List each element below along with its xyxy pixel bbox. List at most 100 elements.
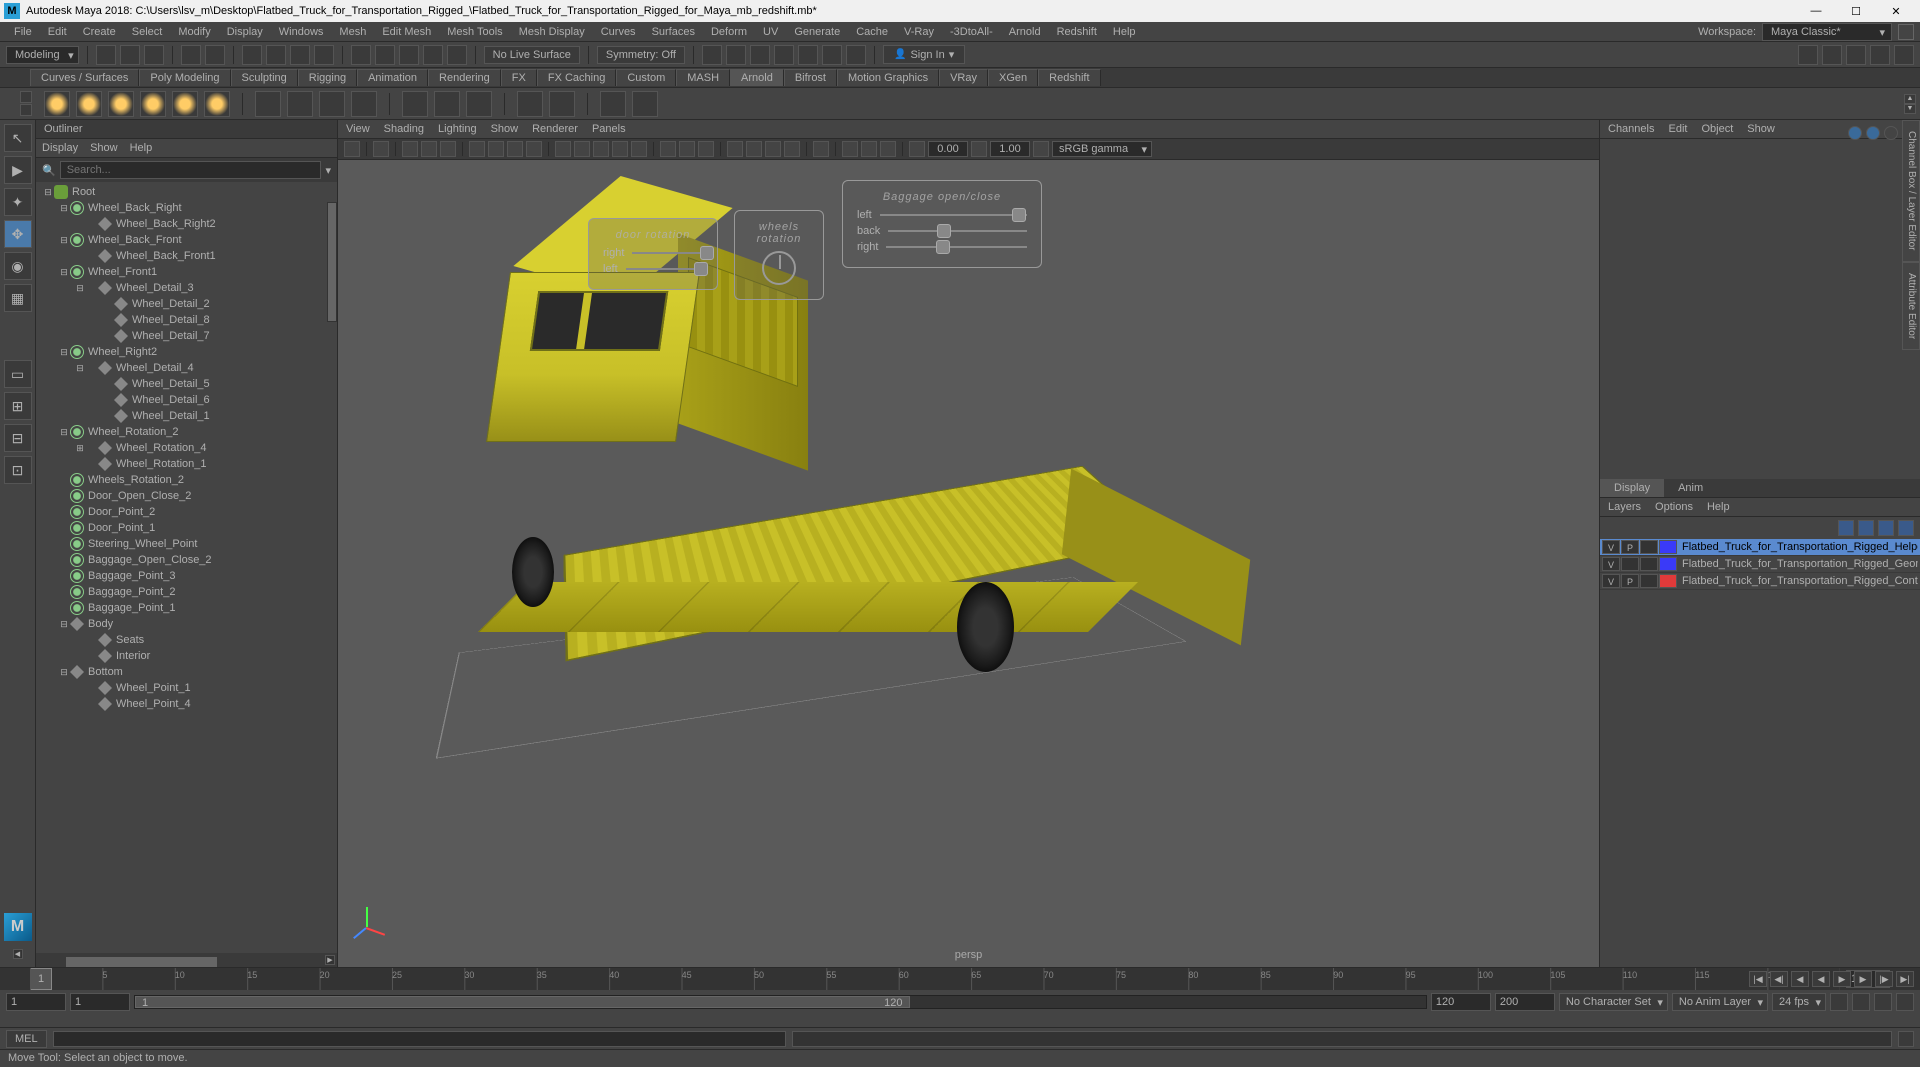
- render-view-icon[interactable]: [846, 45, 866, 65]
- tree-item-body[interactable]: ⊟Body: [36, 616, 337, 632]
- slider-thumb[interactable]: [694, 262, 708, 276]
- paint-select-icon[interactable]: ✦: [4, 188, 32, 216]
- vp-exposure-icon[interactable]: [813, 141, 829, 157]
- outliner-menu-help[interactable]: Help: [130, 142, 153, 154]
- tree-item-wheel_rotation_2[interactable]: ⊟Wheel_Rotation_2: [36, 424, 337, 440]
- tree-toggle[interactable]: ⊟: [74, 283, 86, 294]
- layout-custom-icon[interactable]: ⊡: [4, 456, 32, 484]
- go-start-button[interactable]: |◀: [1749, 971, 1767, 987]
- arnold-light-portal-icon[interactable]: [172, 91, 198, 117]
- menu-deform[interactable]: Deform: [703, 26, 755, 38]
- viewport-3d[interactable]: door rotation right left wheels rotation…: [338, 160, 1599, 967]
- step-back-button[interactable]: ◀: [1791, 971, 1809, 987]
- display-tab-anim[interactable]: Anim: [1664, 479, 1717, 497]
- menu-windows[interactable]: Windows: [271, 26, 332, 38]
- vp-film-gate-icon[interactable]: [488, 141, 504, 157]
- arnold-shader-icon-3[interactable]: [319, 91, 345, 117]
- tree-toggle[interactable]: ⊟: [58, 619, 70, 630]
- workspace-config-icon[interactable]: [1898, 24, 1914, 40]
- signin-button[interactable]: Sign In ▾: [883, 45, 965, 64]
- vtab-attributeeditor[interactable]: Attribute Editor: [1902, 262, 1920, 350]
- rp-icon-3[interactable]: [1884, 126, 1898, 140]
- tree-item-wheel_back_right[interactable]: ⊟Wheel_Back_Right: [36, 200, 337, 216]
- tree-item-door_point_2[interactable]: Door_Point_2: [36, 504, 337, 520]
- tree-toggle[interactable]: ⊟: [58, 267, 70, 278]
- vp-image-plane-icon[interactable]: [402, 141, 418, 157]
- arnold-tx-manager-icon[interactable]: [600, 91, 626, 117]
- snap-grid-icon[interactable]: [351, 45, 371, 65]
- panel-layout-icon-3[interactable]: [1846, 45, 1866, 65]
- tree-item-wheels_rotation_2[interactable]: Wheels_Rotation_2: [36, 472, 337, 488]
- colorspace-dropdown[interactable]: sRGB gamma: [1052, 141, 1152, 157]
- vp-shadows-icon[interactable]: [631, 141, 647, 157]
- arnold-volume-icon[interactable]: [434, 91, 460, 117]
- go-end-button[interactable]: ▶|: [1896, 971, 1914, 987]
- outliner-menu-show[interactable]: Show: [90, 142, 118, 154]
- vp-menu-view[interactable]: View: [346, 123, 370, 135]
- shelf-tab-fx[interactable]: FX: [501, 69, 537, 86]
- shelf-tab-sculpting[interactable]: Sculpting: [231, 69, 298, 86]
- menu-cache[interactable]: Cache: [848, 26, 896, 38]
- tree-item-wheel_front1[interactable]: ⊟Wheel_Front1: [36, 264, 337, 280]
- script-lang-button[interactable]: MEL: [6, 1030, 47, 1048]
- tree-toggle[interactable]: ⊟: [74, 363, 86, 374]
- arnold-shader-icon-4[interactable]: [351, 91, 377, 117]
- vp-2d-pan-icon[interactable]: [421, 141, 437, 157]
- menu-redshift[interactable]: Redshift: [1049, 26, 1105, 38]
- shelf-menu-icon[interactable]: [20, 104, 32, 116]
- tree-item-door_point_1[interactable]: Door_Point_1: [36, 520, 337, 536]
- shelf-tab-rigging[interactable]: Rigging: [298, 69, 357, 86]
- tree-item-wheel_back_front1[interactable]: Wheel_Back_Front1: [36, 248, 337, 264]
- hud-baggage[interactable]: Baggage open/close left back right: [842, 180, 1042, 268]
- shelf-tab-xgen[interactable]: XGen: [988, 69, 1038, 86]
- range-start-outer[interactable]: [6, 993, 66, 1011]
- snap-point-icon[interactable]: [399, 45, 419, 65]
- new-scene-icon[interactable]: [96, 45, 116, 65]
- select-tool-icon[interactable]: ↖: [4, 124, 32, 152]
- close-button[interactable]: ✕: [1876, 0, 1916, 22]
- tree-item-interior[interactable]: Interior: [36, 648, 337, 664]
- panel-layout-icon-4[interactable]: [1870, 45, 1890, 65]
- scale-tool-icon[interactable]: ▦: [4, 284, 32, 312]
- shelf-tab-bifrost[interactable]: Bifrost: [784, 69, 837, 86]
- tree-toggle[interactable]: ⊟: [58, 235, 70, 246]
- outliner-tree[interactable]: ⊟Root⊟Wheel_Back_RightWheel_Back_Right2⊟…: [36, 182, 337, 953]
- tree-item-wheel_point_1[interactable]: Wheel_Point_1: [36, 680, 337, 696]
- layer-row[interactable]: VFlatbed_Truck_for_Transportation_Rigged…: [1600, 556, 1920, 573]
- snap-live-icon[interactable]: [447, 45, 467, 65]
- undo-icon[interactable]: [181, 45, 201, 65]
- gamma-input[interactable]: [990, 141, 1030, 157]
- vp-view-transform-icon[interactable]: [1033, 141, 1049, 157]
- tree-item-wheel_detail_5[interactable]: Wheel_Detail_5: [36, 376, 337, 392]
- shelf-down-arrow[interactable]: ▼: [1904, 104, 1916, 114]
- layer-x-toggle[interactable]: [1640, 557, 1658, 571]
- step-fwd-key-button[interactable]: |▶: [1875, 971, 1893, 987]
- layer-new-empty-icon[interactable]: [1878, 520, 1894, 536]
- tree-item-baggage_point_2[interactable]: Baggage_Point_2: [36, 584, 337, 600]
- vp-grease-icon[interactable]: [440, 141, 456, 157]
- layer-row[interactable]: VPFlatbed_Truck_for_Transportation_Rigge…: [1600, 539, 1920, 556]
- slider-thumb[interactable]: [1012, 208, 1026, 222]
- hud-slider-row[interactable]: left: [603, 263, 703, 275]
- vp-isolate-icon[interactable]: [660, 141, 676, 157]
- layer-p-toggle[interactable]: [1621, 557, 1639, 571]
- shelf-tab-animation[interactable]: Animation: [357, 69, 428, 86]
- hud-slider[interactable]: [626, 268, 706, 270]
- tree-item-wheel_detail_3[interactable]: ⊟Wheel_Detail_3: [36, 280, 337, 296]
- shelf-edit-icon[interactable]: [20, 91, 32, 103]
- layer-menu-options[interactable]: Options: [1655, 501, 1693, 513]
- vp-xray-icon[interactable]: [679, 141, 695, 157]
- menu-file[interactable]: File: [6, 26, 40, 38]
- anim-layer-dropdown[interactable]: No Anim Layer: [1672, 993, 1768, 1011]
- panel-layout-icon-5[interactable]: [1894, 45, 1914, 65]
- live-surface-button[interactable]: No Live Surface: [484, 46, 580, 64]
- layout-single-icon[interactable]: ▭: [4, 360, 32, 388]
- range-slider-thumb[interactable]: 1 120: [135, 996, 910, 1008]
- shelf-tab-curvessurfaces[interactable]: Curves / Surfaces: [30, 69, 139, 86]
- autokey-icon[interactable]: [1852, 993, 1870, 1011]
- tree-item-door_open_close_2[interactable]: Door_Open_Close_2: [36, 488, 337, 504]
- panel-layout-icon-2[interactable]: [1822, 45, 1842, 65]
- menu-display[interactable]: Display: [219, 26, 271, 38]
- select-mode-icon[interactable]: [242, 45, 262, 65]
- move-tool-icon[interactable]: ✥: [4, 220, 32, 248]
